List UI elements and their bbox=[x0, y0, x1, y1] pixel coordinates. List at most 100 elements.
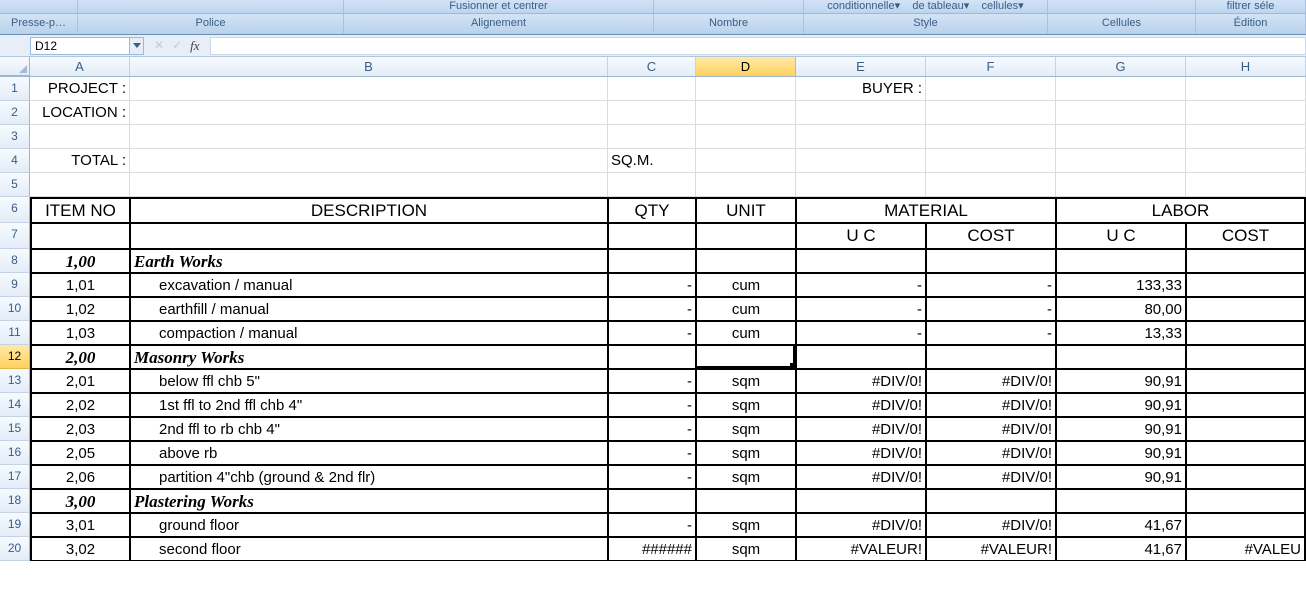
ribbon-group-number[interactable]: Nombre bbox=[654, 14, 804, 34]
cell-D15[interactable]: sqm bbox=[696, 417, 796, 441]
cell-A12[interactable]: 2,00 bbox=[30, 345, 130, 369]
cell-C14[interactable]: - bbox=[608, 393, 696, 417]
cell-G20[interactable]: 41,67 bbox=[1056, 537, 1186, 561]
cell-E14[interactable]: #DIV/0! bbox=[796, 393, 926, 417]
cell-B1[interactable] bbox=[130, 77, 608, 101]
cell-D20[interactable]: sqm bbox=[696, 537, 796, 561]
row-header-5[interactable]: 5 bbox=[0, 173, 30, 197]
formula-input[interactable] bbox=[210, 37, 1306, 55]
col-header-E[interactable]: E bbox=[796, 57, 926, 76]
cell-E7[interactable]: U C bbox=[796, 223, 926, 249]
cell-E13[interactable]: #DIV/0! bbox=[796, 369, 926, 393]
ribbon-group-style[interactable]: Style bbox=[804, 14, 1048, 34]
spreadsheet-grid[interactable]: A B C D E F G H 1PROJECT :BUYER :2LOCATI… bbox=[0, 57, 1306, 561]
row-header-15[interactable]: 15 bbox=[0, 417, 30, 441]
accept-formula-icon[interactable]: ✓ bbox=[172, 38, 182, 54]
cell-G12[interactable] bbox=[1056, 345, 1186, 369]
cell-F18[interactable] bbox=[926, 489, 1056, 513]
cell-C18[interactable] bbox=[608, 489, 696, 513]
cell-A9[interactable]: 1,01 bbox=[30, 273, 130, 297]
select-all-corner[interactable] bbox=[0, 57, 30, 76]
cell-B2[interactable] bbox=[130, 101, 608, 125]
ribbon-group-alignment[interactable]: Alignement bbox=[344, 14, 654, 34]
cell-G16[interactable]: 90,91 bbox=[1056, 441, 1186, 465]
fx-icon[interactable]: fx bbox=[190, 38, 199, 54]
cell-C4[interactable]: SQ.M. bbox=[608, 149, 696, 173]
col-header-H[interactable]: H bbox=[1186, 57, 1306, 76]
cell-G5[interactable] bbox=[1056, 173, 1186, 197]
cell-H18[interactable] bbox=[1186, 489, 1306, 513]
cell-D19[interactable]: sqm bbox=[696, 513, 796, 537]
cell-A18[interactable]: 3,00 bbox=[30, 489, 130, 513]
cell-G7[interactable]: U C bbox=[1056, 223, 1186, 249]
cell-G19[interactable]: 41,67 bbox=[1056, 513, 1186, 537]
cell-C10[interactable]: - bbox=[608, 297, 696, 321]
cell-C7[interactable] bbox=[608, 223, 696, 249]
cell-C19[interactable]: - bbox=[608, 513, 696, 537]
header-material[interactable]: MATERIAL bbox=[796, 197, 1056, 223]
cell-G14[interactable]: 90,91 bbox=[1056, 393, 1186, 417]
ribbon-group-clipboard[interactable]: Presse-p… bbox=[0, 14, 78, 34]
cell-H17[interactable] bbox=[1186, 465, 1306, 489]
cell-D12[interactable] bbox=[696, 345, 796, 369]
cell-E15[interactable]: #DIV/0! bbox=[796, 417, 926, 441]
name-box-dropdown[interactable] bbox=[130, 37, 144, 55]
cell-B12[interactable]: Masonry Works bbox=[130, 345, 608, 369]
col-header-C[interactable]: C bbox=[608, 57, 696, 76]
row-header-20[interactable]: 20 bbox=[0, 537, 30, 561]
cell-E12[interactable] bbox=[796, 345, 926, 369]
row-header-6[interactable]: 6 bbox=[0, 197, 30, 223]
cell-H7[interactable]: COST bbox=[1186, 223, 1306, 249]
cell-G2[interactable] bbox=[1056, 101, 1186, 125]
cell-A6[interactable]: ITEM NO bbox=[30, 197, 130, 223]
col-header-B[interactable]: B bbox=[130, 57, 608, 76]
cell-C15[interactable]: - bbox=[608, 417, 696, 441]
cell-A4[interactable]: TOTAL : bbox=[30, 149, 130, 173]
cell-G10[interactable]: 80,00 bbox=[1056, 297, 1186, 321]
cell-H19[interactable] bbox=[1186, 513, 1306, 537]
cell-D1[interactable] bbox=[696, 77, 796, 101]
name-box[interactable]: D12 bbox=[30, 37, 130, 55]
cell-D4[interactable] bbox=[696, 149, 796, 173]
cell-C2[interactable] bbox=[608, 101, 696, 125]
cell-B11[interactable]: compaction / manual bbox=[130, 321, 608, 345]
cell-H20[interactable]: #VALEU bbox=[1186, 537, 1306, 561]
cell-E19[interactable]: #DIV/0! bbox=[796, 513, 926, 537]
cell-E2[interactable] bbox=[796, 101, 926, 125]
row-header-4[interactable]: 4 bbox=[0, 149, 30, 173]
cell-E5[interactable] bbox=[796, 173, 926, 197]
cell-A19[interactable]: 3,01 bbox=[30, 513, 130, 537]
cell-F13[interactable]: #DIV/0! bbox=[926, 369, 1056, 393]
cell-F19[interactable]: #DIV/0! bbox=[926, 513, 1056, 537]
cell-A14[interactable]: 2,02 bbox=[30, 393, 130, 417]
cell-B4[interactable] bbox=[130, 149, 608, 173]
cell-A2[interactable]: LOCATION : bbox=[30, 101, 130, 125]
cell-B20[interactable]: second floor bbox=[130, 537, 608, 561]
cell-D3[interactable] bbox=[696, 125, 796, 149]
cell-A16[interactable]: 2,05 bbox=[30, 441, 130, 465]
cell-F17[interactable]: #DIV/0! bbox=[926, 465, 1056, 489]
cell-C13[interactable]: - bbox=[608, 369, 696, 393]
cell-A8[interactable]: 1,00 bbox=[30, 249, 130, 273]
cell-F16[interactable]: #DIV/0! bbox=[926, 441, 1056, 465]
cell-E17[interactable]: #DIV/0! bbox=[796, 465, 926, 489]
cell-B10[interactable]: earthfill / manual bbox=[130, 297, 608, 321]
header-labor[interactable]: LABOR bbox=[1056, 197, 1306, 223]
ribbon-group-editing[interactable]: Édition bbox=[1196, 14, 1306, 34]
column-headers[interactable]: A B C D E F G H bbox=[0, 57, 1306, 77]
cell-A10[interactable]: 1,02 bbox=[30, 297, 130, 321]
cell-G11[interactable]: 13,33 bbox=[1056, 321, 1186, 345]
cell-B8[interactable]: Earth Works bbox=[130, 249, 608, 273]
cell-F8[interactable] bbox=[926, 249, 1056, 273]
cell-F10[interactable]: - bbox=[926, 297, 1056, 321]
cell-D7[interactable] bbox=[696, 223, 796, 249]
cell-F14[interactable]: #DIV/0! bbox=[926, 393, 1056, 417]
cell-B3[interactable] bbox=[130, 125, 608, 149]
cell-C16[interactable]: - bbox=[608, 441, 696, 465]
cell-G3[interactable] bbox=[1056, 125, 1186, 149]
cell-G18[interactable] bbox=[1056, 489, 1186, 513]
cell-E9[interactable]: - bbox=[796, 273, 926, 297]
cell-F7[interactable]: COST bbox=[926, 223, 1056, 249]
row-header-18[interactable]: 18 bbox=[0, 489, 30, 513]
ribbon-group-cells[interactable]: Cellules bbox=[1048, 14, 1196, 34]
